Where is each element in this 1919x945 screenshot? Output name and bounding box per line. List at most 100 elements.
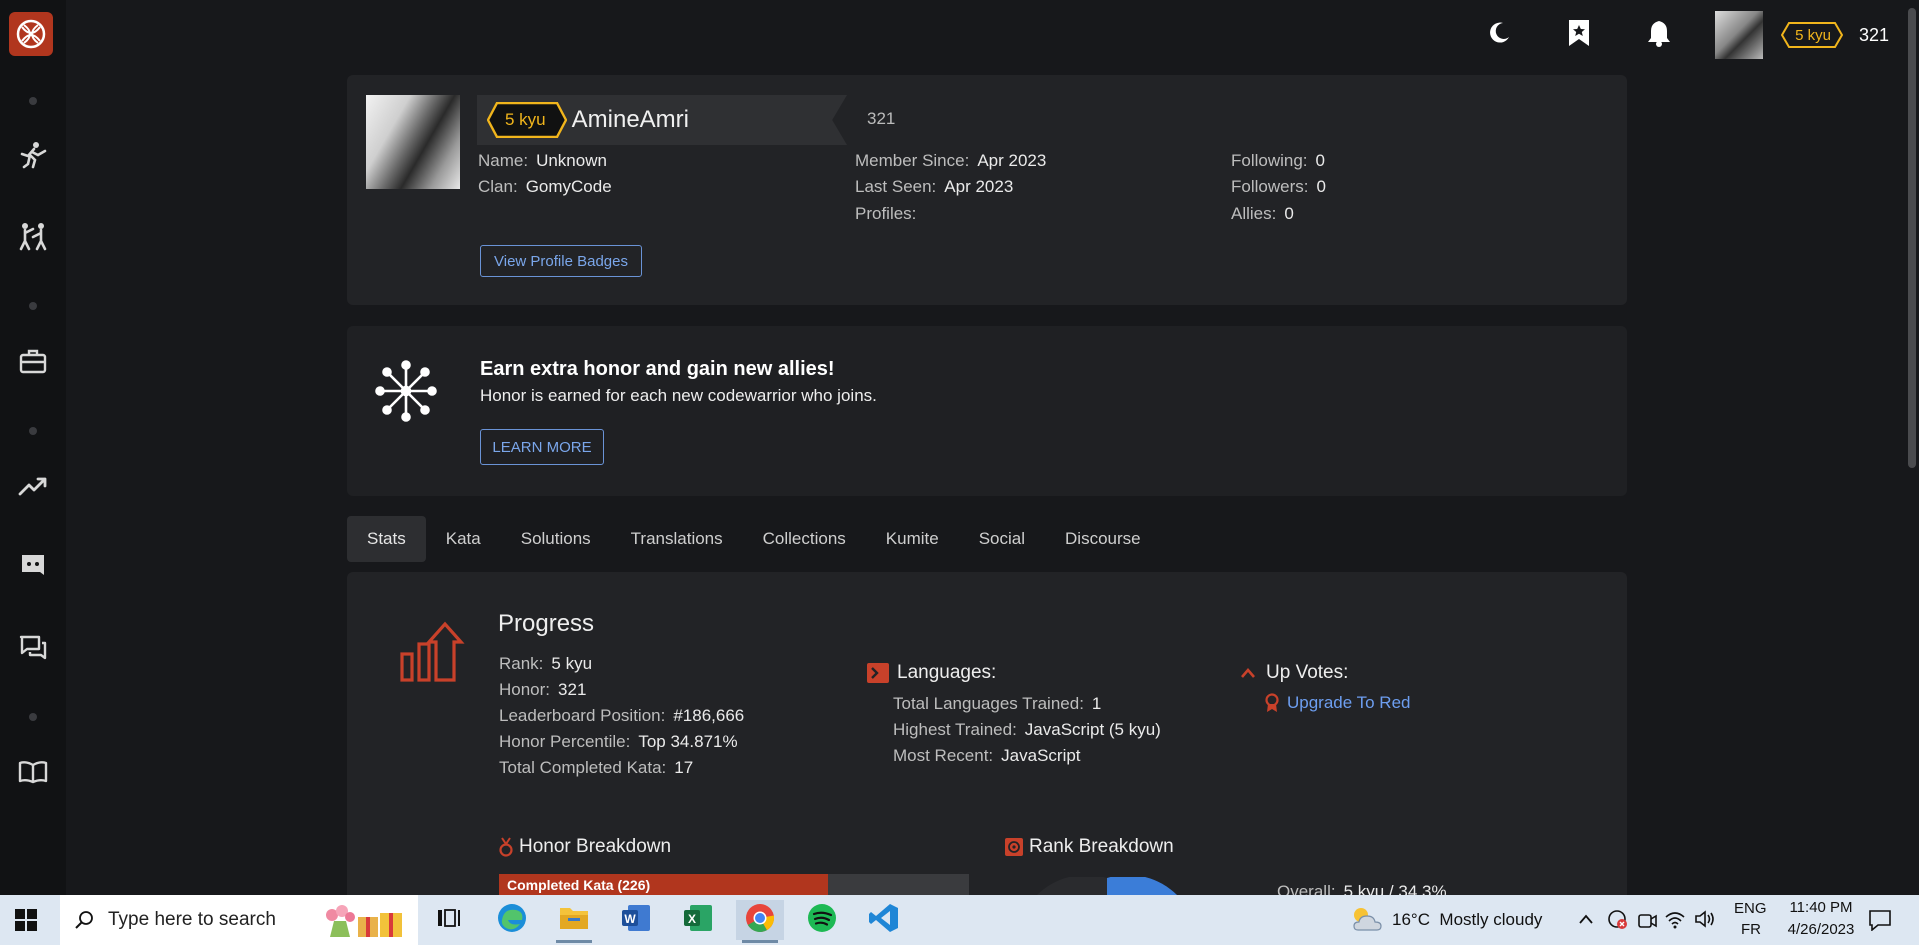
percentile-stat: Honor Percentile: Top 34.871%	[499, 732, 738, 752]
edge-app[interactable]	[488, 900, 536, 940]
profile-honor: 321	[867, 109, 896, 128]
codewars-logo[interactable]	[9, 12, 53, 56]
profiles-stat: Profiles:	[855, 204, 924, 224]
rank-stat: Rank: 5 kyu	[499, 654, 592, 674]
honor-breakdown-title: Honor Breakdown	[519, 836, 672, 857]
completed-kata-bar-label: Completed Kata (226)	[507, 876, 651, 893]
sidebar	[0, 0, 66, 895]
rank-breakdown-heading: Rank Breakdown	[1005, 836, 1174, 858]
vscode-icon	[868, 902, 900, 939]
invite-card: Earn extra honor and gain new allies! Ho…	[347, 326, 1627, 496]
tab-kumite[interactable]: Kumite	[866, 516, 959, 562]
upgrade-to-red-link[interactable]: Upgrade To Red	[1287, 693, 1411, 713]
learn-more-button[interactable]: LEARN MORE	[480, 429, 604, 465]
chat-bubbles-icon	[18, 634, 48, 667]
weather-text[interactable]: 16°C Mostly cloudy	[1392, 910, 1542, 930]
excel-app[interactable]: X	[674, 900, 722, 940]
meet-now-icon[interactable]	[1637, 909, 1657, 936]
edge-icon	[496, 902, 528, 939]
open-book-icon	[18, 760, 48, 789]
username-banner: 5 kyu AmineAmri	[477, 95, 847, 145]
completed-kata-stat: Total Completed Kata: 17	[499, 758, 693, 778]
profile-card: 5 kyu AmineAmri 321 Name: Unknown Clan: Go…	[347, 75, 1627, 305]
honor-label: Honor:	[499, 680, 551, 699]
dark-mode-toggle[interactable]	[1479, 15, 1519, 55]
tab-discourse[interactable]: Discourse	[1045, 516, 1161, 562]
sidebar-separator	[29, 713, 37, 721]
cloudy-weather-icon[interactable]	[1350, 904, 1384, 939]
rank-label: Rank:	[499, 654, 544, 673]
sidebar-item-jobs[interactable]	[0, 343, 66, 383]
svg-text:W: W	[624, 912, 636, 926]
chrome-icon	[744, 902, 776, 939]
clan-label: Clan:	[478, 177, 518, 196]
sidebar-item-discord[interactable]	[0, 549, 66, 589]
tab-translations[interactable]: Translations	[611, 516, 743, 562]
taskbar-search[interactable]: Type here to search	[60, 895, 418, 945]
task-view-icon	[437, 908, 461, 933]
most-recent-value: JavaScript	[1001, 746, 1081, 765]
highest-trained-label: Highest Trained:	[893, 720, 1017, 739]
spotify-app[interactable]	[798, 900, 846, 940]
profile-avatar	[366, 95, 460, 189]
word-app[interactable]: W	[612, 900, 660, 940]
clock-date[interactable]: 4/26/2023	[1776, 921, 1866, 938]
member-since-label: Member Since:	[855, 151, 970, 170]
view-profile-badges-button[interactable]: View Profile Badges	[480, 245, 642, 277]
tab-social[interactable]: Social	[959, 516, 1045, 562]
sidebar-item-discourse[interactable]	[0, 630, 66, 670]
user-avatar[interactable]	[1715, 11, 1764, 59]
scrollbar-thumb[interactable]	[1908, 8, 1916, 468]
vscode-app[interactable]	[860, 900, 908, 940]
stats-card: Progress Rank: 5 kyu Honor: 321 Leaderboar…	[347, 572, 1627, 901]
sidebar-item-docs[interactable]	[0, 754, 66, 794]
keyboard-layout[interactable]: FR	[1741, 921, 1761, 938]
target-icon	[1005, 838, 1023, 856]
windows-taskbar: Type here to search W X 16°C Mostly clou…	[0, 895, 1919, 945]
notifications-button[interactable]	[1639, 15, 1679, 55]
name-value: Unknown	[536, 151, 607, 170]
terminal-icon	[867, 663, 889, 683]
medal-icon	[499, 837, 513, 857]
completed-kata-value: 17	[674, 758, 694, 777]
chevron-up-tray-icon[interactable]	[1578, 912, 1594, 930]
tab-solutions[interactable]: Solutions	[501, 516, 611, 562]
invite-text: Honor is earned for each new codewarrior…	[480, 386, 877, 405]
allies-stat: Allies: 0	[1231, 204, 1294, 224]
windows-start-icon[interactable]	[15, 909, 37, 936]
bookmarks-button[interactable]	[1559, 15, 1599, 55]
last-seen-value: Apr 2023	[944, 177, 1014, 196]
followers-value: 0	[1316, 177, 1326, 196]
discord-icon	[19, 553, 47, 586]
page-scrollbar[interactable]	[1905, 0, 1919, 895]
clock-time[interactable]: 11:40 PM	[1781, 899, 1861, 916]
tab-collections[interactable]: Collections	[743, 516, 866, 562]
upgrade-link-row: Upgrade To Red	[1265, 693, 1411, 713]
completed-kata-label: Total Completed Kata:	[499, 758, 667, 777]
chevron-up-icon	[1240, 667, 1256, 679]
progress-title: Progress	[498, 610, 595, 637]
username: AmineAmri	[571, 106, 689, 133]
security-alert-icon[interactable]	[1607, 909, 1629, 936]
honor-value: 321	[558, 680, 587, 699]
sidebar-item-kumite[interactable]	[0, 218, 66, 258]
total-languages-label: Total Languages Trained:	[893, 694, 1084, 713]
languages-heading: Languages:	[867, 662, 996, 684]
sidebar-item-practice[interactable]	[0, 137, 66, 177]
file-explorer-app[interactable]	[550, 900, 598, 943]
language-code[interactable]: ENG	[1734, 900, 1767, 917]
sidebar-item-leaderboards[interactable]	[0, 468, 66, 508]
flowers-gift-icon	[320, 903, 404, 944]
word-icon: W	[620, 903, 652, 938]
tab-stats[interactable]: Stats	[347, 516, 426, 562]
tab-kata[interactable]: Kata	[426, 516, 501, 562]
wifi-icon[interactable]	[1664, 909, 1686, 934]
total-languages-stat: Total Languages Trained: 1	[893, 694, 1101, 714]
notification-center-icon[interactable]	[1868, 909, 1892, 936]
leaderboard-label: Leaderboard Position:	[499, 706, 666, 725]
task-view-button[interactable]	[425, 900, 473, 940]
chrome-app[interactable]	[736, 900, 784, 943]
volume-icon[interactable]	[1694, 909, 1716, 934]
search-icon	[74, 910, 94, 930]
honor-breakdown-heading: Honor Breakdown	[499, 836, 671, 858]
